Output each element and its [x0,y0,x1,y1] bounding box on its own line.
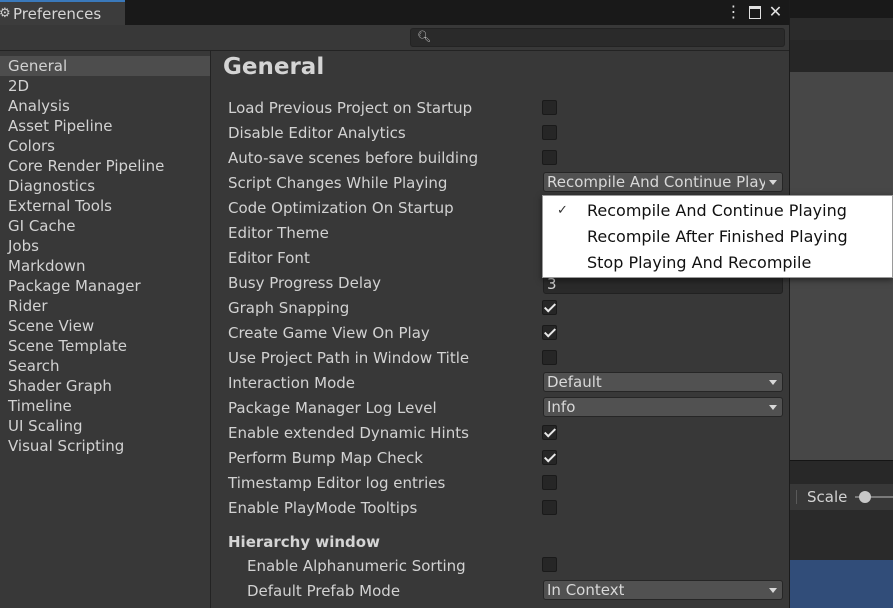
search-icon: 🔍︎ [417,30,431,43]
game-view-scale-control: Scale [796,486,893,508]
scale-slider[interactable] [855,487,893,507]
alphanumeric-sorting-checkbox[interactable] [542,557,557,572]
default-prefab-mode-dropdown[interactable]: In Context [543,580,783,600]
setting-label-playmode-tooltips: Enable PlayMode Tooltips [228,499,418,517]
sidebar-item-scene-view[interactable]: Scene View [0,316,210,336]
setting-label-code-optimization: Code Optimization On Startup [228,199,454,217]
popup-option-recompile-continue[interactable]: Recompile And Continue Playing [587,198,847,224]
sidebar-item-asset-pipeline[interactable]: Asset Pipeline [0,116,210,136]
page-title: General [223,54,325,80]
setting-label-timestamp-log: Timestamp Editor log entries [228,474,446,492]
hierarchy-window-header: Hierarchy window [228,533,380,551]
setting-label-busy-progress-delay: Busy Progress Delay [228,274,382,292]
sidebar-item-external-tools[interactable]: External Tools [0,196,210,216]
package-manager-log-level-value: Info [547,398,576,416]
sidebar-item-visual-scripting[interactable]: Visual Scripting [0,436,210,456]
setting-label-script-changes-while-playing: Script Changes While Playing [228,174,448,192]
disable-editor-analytics-checkbox[interactable] [542,125,557,140]
timestamp-log-checkbox[interactable] [542,475,557,490]
chevron-down-icon [769,380,777,385]
project-path-title-checkbox[interactable] [542,350,557,365]
load-previous-project-checkbox[interactable] [542,100,557,115]
setting-label-package-manager-log-level: Package Manager Log Level [228,399,437,417]
sidebar-item-shader-graph[interactable]: Shader Graph [0,376,210,396]
window-title: Preferences [13,4,102,23]
bump-map-check-checkbox[interactable] [542,450,557,465]
script-changes-dropdown[interactable]: Recompile And Continue Playi [543,172,783,192]
sidebar-item-jobs[interactable]: Jobs [0,236,210,256]
script-changes-value: Recompile And Continue Playi [547,173,765,191]
maximize-icon[interactable] [747,3,762,21]
sidebar-item-gi-cache[interactable]: GI Cache [0,216,210,236]
background-toolbar [790,18,893,40]
setting-label-auto-save-scenes: Auto-save scenes before building [228,149,479,167]
preferences-sidebar: General 2D Analysis Asset Pipeline Color… [0,51,211,608]
sidebar-item-colors[interactable]: Colors [0,136,210,156]
setting-label-graph-snapping: Graph Snapping [228,299,350,317]
setting-label-alphanumeric-sorting: Enable Alphanumeric Sorting [247,557,466,575]
more-icon[interactable]: ⋮ [726,3,742,21]
game-view-panel [790,510,893,560]
chevron-down-icon [769,588,777,593]
sidebar-item-2d[interactable]: 2D [0,76,210,96]
window-controls: ⋮ ✕ [726,3,783,21]
setting-label-interaction-mode: Interaction Mode [228,374,356,392]
search-field[interactable]: 🔍︎ [410,28,785,47]
preferences-window: ⚙ Preferences ⋮ ✕ 🔍︎ General 2D Analysis… [0,0,790,608]
setting-label-load-previous-project: Load Previous Project on Startup [228,99,473,117]
preferences-content: General Load Previous Project on Startup… [211,51,789,608]
sidebar-item-diagnostics[interactable]: Diagnostics [0,176,210,196]
interaction-mode-dropdown[interactable]: Default [543,372,783,392]
sidebar-item-scene-template[interactable]: Scene Template [0,336,210,356]
sidebar-item-markdown[interactable]: Markdown [0,256,210,276]
create-game-view-checkbox[interactable] [542,325,557,340]
preferences-toolbar: 🔍︎ [0,25,789,50]
popup-option-stop-and-recompile[interactable]: Stop Playing And Recompile [587,250,811,276]
playmode-tooltips-checkbox[interactable] [542,500,557,515]
graph-snapping-checkbox[interactable] [542,300,557,315]
background-top-strip [790,0,893,18]
scale-label: Scale [807,488,848,506]
sidebar-item-general[interactable]: General [0,56,210,76]
chevron-down-icon [769,180,777,185]
setting-label-editor-font: Editor Font [228,249,310,267]
setting-label-editor-theme: Editor Theme [228,224,329,242]
scale-slider-thumb[interactable] [859,491,872,503]
sidebar-item-rider[interactable]: Rider [0,296,210,316]
sidebar-item-analysis[interactable]: Analysis [0,96,210,116]
setting-label-default-prefab-mode: Default Prefab Mode [247,582,401,600]
game-view-tab-bar [790,460,893,485]
checkmark-icon: ✓ [557,203,568,218]
sidebar-item-timeline[interactable]: Timeline [0,396,210,416]
sidebar-item-ui-scaling[interactable]: UI Scaling [0,416,210,436]
preferences-tab[interactable]: ⚙ Preferences [0,0,125,25]
setting-label-bump-map-check: Perform Bump Map Check [228,449,423,467]
toolbar-separator [796,490,797,504]
setting-label-disable-editor-analytics: Disable Editor Analytics [228,124,406,142]
sidebar-item-search[interactable]: Search [0,356,210,376]
interaction-mode-value: Default [547,373,602,391]
default-prefab-mode-value: In Context [547,581,625,599]
package-manager-log-level-dropdown[interactable]: Info [543,397,783,417]
setting-label-project-path-title: Use Project Path in Window Title [228,349,470,367]
sidebar-item-core-render-pipeline[interactable]: Core Render Pipeline [0,156,210,176]
auto-save-scenes-checkbox[interactable] [542,150,557,165]
window-title-bar: ⚙ Preferences ⋮ ✕ [0,0,789,25]
script-changes-popup-menu: ✓ Recompile And Continue Playing Recompi… [542,195,893,278]
setting-label-dynamic-hints: Enable extended Dynamic Hints [228,424,469,442]
popup-option-recompile-after[interactable]: Recompile After Finished Playing [587,224,848,250]
game-view-render [790,560,893,608]
chevron-down-icon [769,405,777,410]
sidebar-item-package-manager[interactable]: Package Manager [0,276,210,296]
gear-icon: ⚙ [0,6,11,21]
dynamic-hints-checkbox[interactable] [542,425,557,440]
close-icon[interactable]: ✕ [768,3,783,21]
setting-label-create-game-view: Create Game View On Play [228,324,430,342]
